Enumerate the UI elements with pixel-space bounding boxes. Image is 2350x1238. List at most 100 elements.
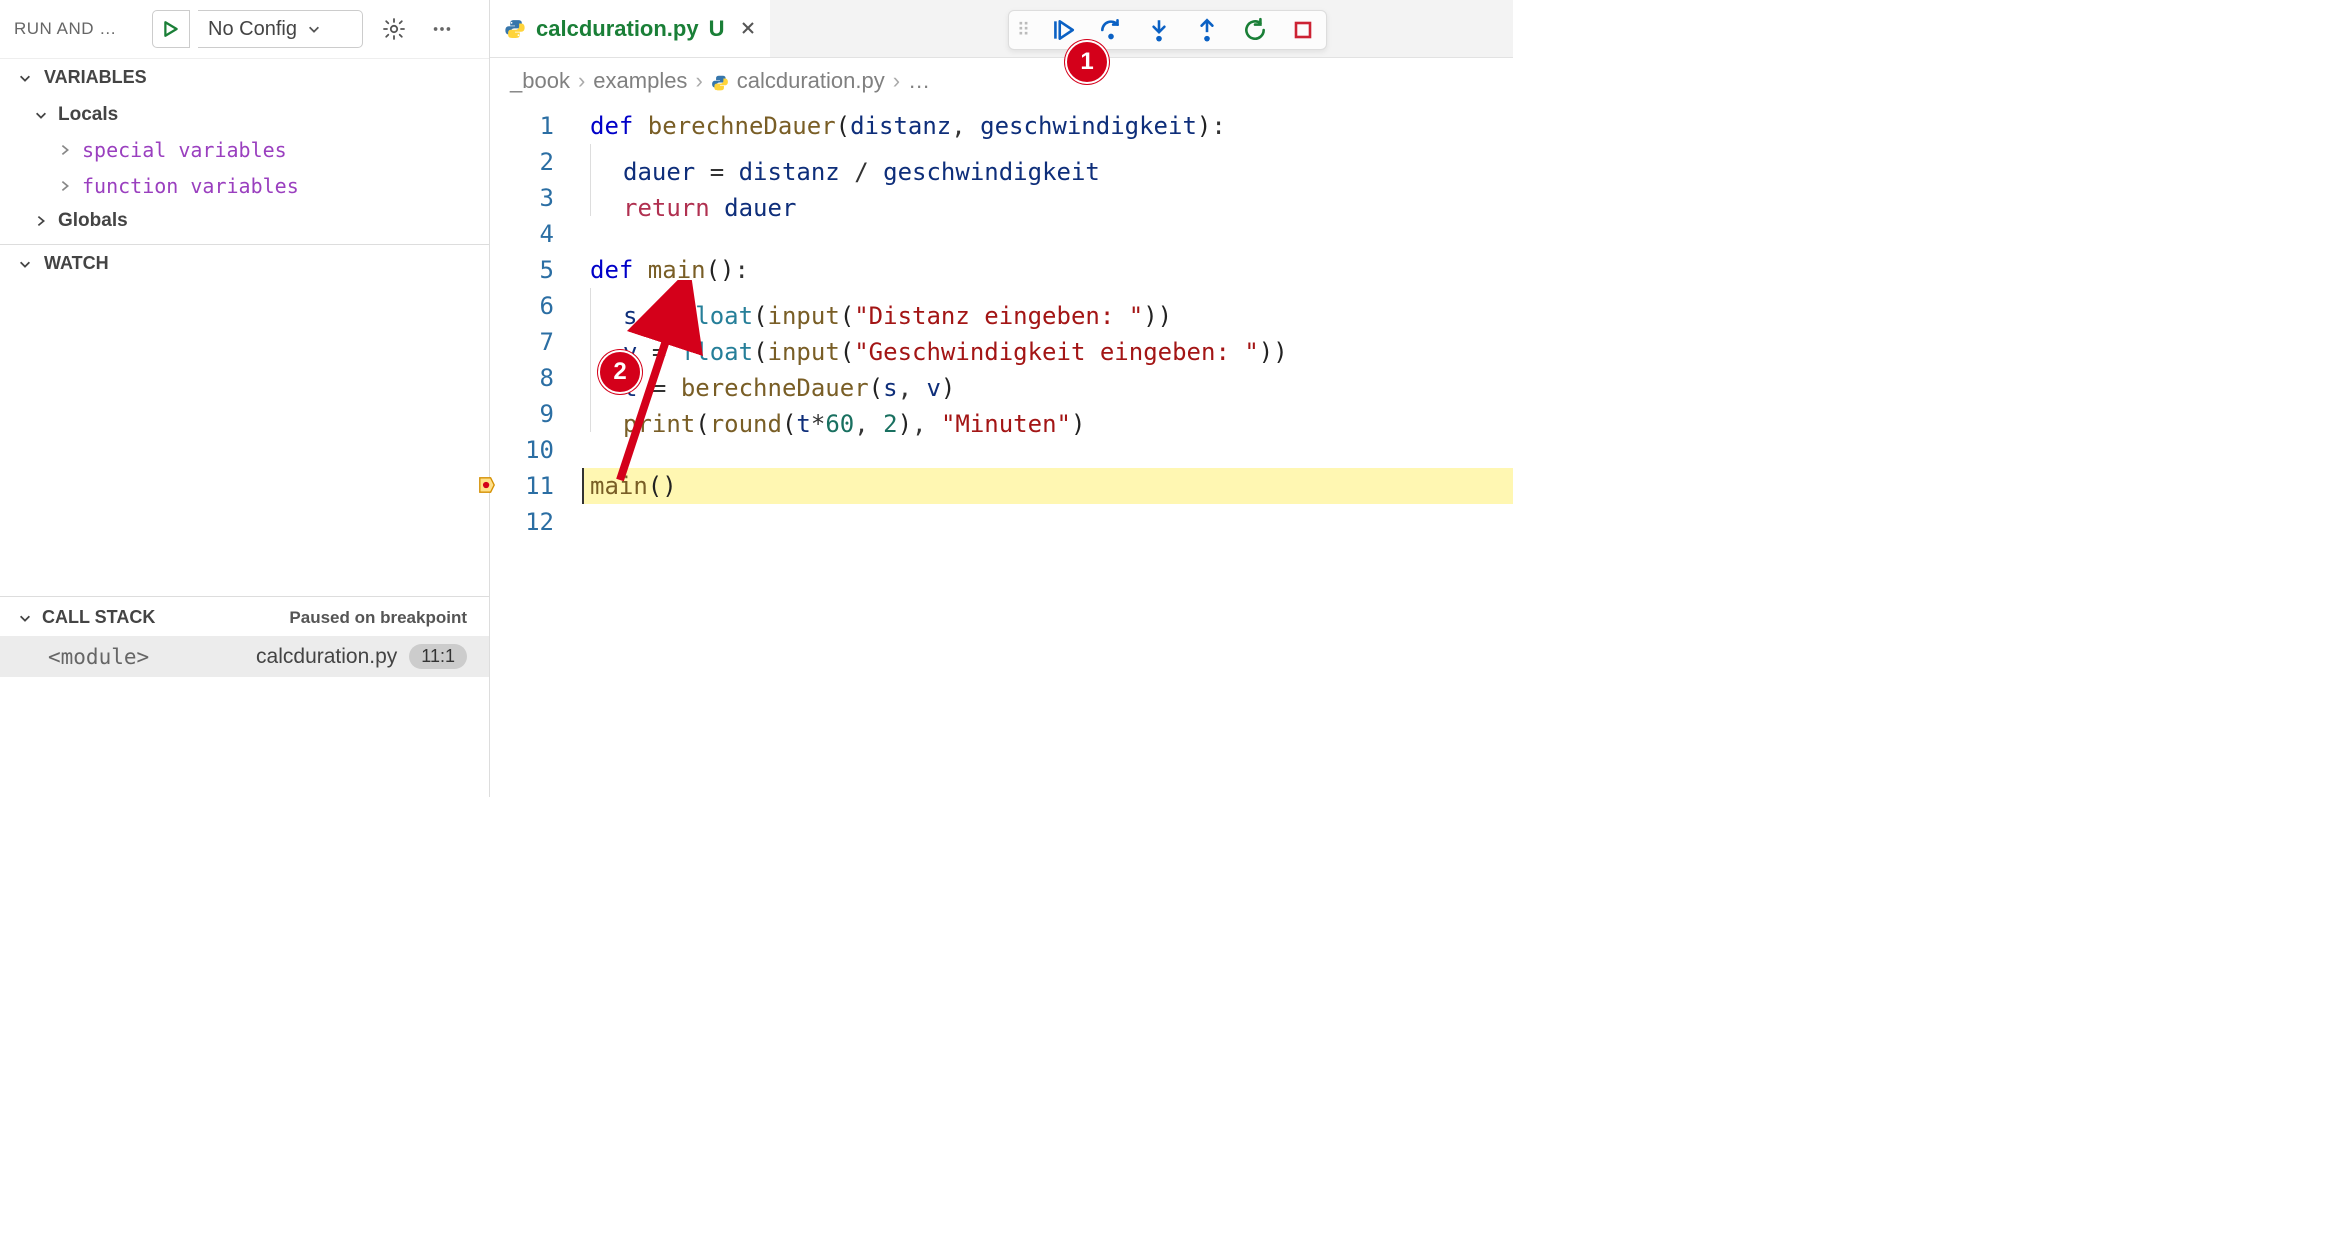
code-content[interactable]: t = berechneDauer(s, v) bbox=[582, 360, 1513, 396]
variables-locals[interactable]: Locals bbox=[0, 98, 489, 132]
code-line[interactable]: 2dauer = distanz / geschwindigkeit bbox=[490, 144, 1513, 180]
breadcrumb-item[interactable]: calcduration.py bbox=[737, 68, 885, 94]
frame-position: 11:1 bbox=[409, 644, 467, 669]
code-line[interactable]: 4 bbox=[490, 216, 1513, 252]
breakpoint-current-icon bbox=[478, 476, 496, 494]
frame-name: <module> bbox=[48, 645, 149, 669]
callstack-label: CALL STACK bbox=[42, 607, 155, 628]
restart-icon bbox=[1242, 17, 1268, 43]
editor-tab[interactable]: calcduration.py U bbox=[490, 0, 770, 57]
callstack-status: Paused on breakpoint bbox=[289, 608, 467, 628]
tab-modified-marker: U bbox=[709, 16, 725, 42]
variables-globals[interactable]: Globals bbox=[0, 204, 489, 238]
code-content[interactable]: print(round(t*60, 2), "Minuten") bbox=[582, 396, 1513, 432]
code-content[interactable]: def main(): bbox=[582, 252, 1513, 288]
play-icon bbox=[162, 20, 180, 38]
code-area[interactable]: 1def berechneDauer(distanz, geschwindigk… bbox=[490, 104, 1513, 540]
ellipsis-icon bbox=[431, 18, 453, 40]
watch-section-header[interactable]: WATCH bbox=[0, 245, 489, 282]
drag-handle-icon[interactable]: ⠿ bbox=[1017, 20, 1030, 41]
chevron-right-icon: › bbox=[578, 68, 585, 94]
python-file-icon bbox=[711, 72, 729, 90]
code-line[interactable]: 11main() bbox=[490, 468, 1513, 504]
line-number[interactable]: 2 bbox=[490, 144, 582, 180]
code-content[interactable] bbox=[582, 216, 1513, 252]
debug-config-dropdown[interactable]: No Config bbox=[198, 10, 363, 48]
code-content[interactable]: return dauer bbox=[582, 180, 1513, 216]
run-and-debug-title: RUN AND … bbox=[14, 19, 144, 39]
chevron-down-icon bbox=[34, 108, 48, 122]
code-content[interactable]: def berechneDauer(distanz, geschwindigke… bbox=[582, 108, 1513, 144]
watch-label: WATCH bbox=[44, 253, 109, 274]
code-content[interactable] bbox=[582, 432, 1513, 468]
step-out-button[interactable] bbox=[1192, 15, 1222, 45]
step-into-button[interactable] bbox=[1144, 15, 1174, 45]
line-number[interactable]: 8 bbox=[490, 360, 582, 396]
tab-filename: calcduration.py bbox=[536, 16, 699, 42]
code-line[interactable]: 8t = berechneDauer(s, v) bbox=[490, 360, 1513, 396]
callstack-section-header[interactable]: CALL STACK Paused on breakpoint bbox=[0, 597, 489, 636]
variables-body: Locals special variables function variab… bbox=[0, 96, 489, 244]
annotation-badge-2: 2 bbox=[598, 350, 642, 394]
more-actions-button[interactable] bbox=[425, 12, 459, 46]
chevron-down-icon bbox=[18, 257, 32, 271]
code-line[interactable]: 5def main(): bbox=[490, 252, 1513, 288]
close-icon bbox=[740, 20, 756, 36]
step-over-button[interactable] bbox=[1096, 15, 1126, 45]
tabs-row: calcduration.py U bbox=[490, 0, 1513, 58]
variables-section-header[interactable]: VARIABLES bbox=[0, 59, 489, 96]
chevron-right-icon bbox=[58, 143, 72, 157]
line-number[interactable]: 5 bbox=[490, 252, 582, 288]
chevron-right-icon bbox=[58, 179, 72, 193]
code-line[interactable]: 3return dauer bbox=[490, 180, 1513, 216]
chevron-right-icon bbox=[34, 214, 48, 228]
line-number[interactable]: 7 bbox=[490, 324, 582, 360]
code-content[interactable] bbox=[582, 504, 1513, 540]
code-line[interactable]: 1def berechneDauer(distanz, geschwindigk… bbox=[490, 108, 1513, 144]
breadcrumb-item[interactable]: _book bbox=[510, 68, 570, 94]
chevron-down-icon bbox=[18, 71, 32, 85]
close-tab-button[interactable] bbox=[740, 16, 756, 42]
code-content[interactable]: v = float(input("Geschwindigkeit eingebe… bbox=[582, 324, 1513, 360]
variables-special[interactable]: special variables bbox=[0, 132, 489, 168]
line-number[interactable]: 11 bbox=[490, 468, 582, 504]
line-number[interactable]: 12 bbox=[490, 504, 582, 540]
line-number[interactable]: 10 bbox=[490, 432, 582, 468]
debug-toolbar[interactable]: ⠿ bbox=[1008, 10, 1327, 50]
callstack-frame[interactable]: <module> calcduration.py 11:1 bbox=[0, 636, 489, 677]
step-out-icon bbox=[1194, 17, 1220, 43]
start-debug-button[interactable] bbox=[152, 10, 190, 48]
debug-settings-button[interactable] bbox=[377, 12, 411, 46]
debug-sidebar: RUN AND … No Config VARIABLES Locals spe… bbox=[0, 0, 490, 797]
variables-function[interactable]: function variables bbox=[0, 168, 489, 204]
run-and-debug-header: RUN AND … No Config bbox=[0, 0, 489, 59]
code-editor: calcduration.py U _book › examples › cal… bbox=[490, 0, 1513, 797]
restart-button[interactable] bbox=[1240, 15, 1270, 45]
code-line[interactable]: 7v = float(input("Geschwindigkeit eingeb… bbox=[490, 324, 1513, 360]
line-number[interactable]: 4 bbox=[490, 216, 582, 252]
stop-button[interactable] bbox=[1288, 15, 1318, 45]
breadcrumb[interactable]: _book › examples › calcduration.py › … bbox=[490, 58, 1513, 104]
continue-button[interactable] bbox=[1048, 15, 1078, 45]
line-number[interactable]: 3 bbox=[490, 180, 582, 216]
breadcrumb-item[interactable]: examples bbox=[593, 68, 687, 94]
code-line[interactable]: 6s = float(input("Distanz eingeben: ")) bbox=[490, 288, 1513, 324]
continue-icon bbox=[1050, 17, 1076, 43]
code-line[interactable]: 10 bbox=[490, 432, 1513, 468]
code-content[interactable]: dauer = distanz / geschwindigkeit bbox=[582, 144, 1513, 180]
step-into-icon bbox=[1146, 17, 1172, 43]
breadcrumb-item[interactable]: … bbox=[908, 68, 930, 94]
line-number[interactable]: 9 bbox=[490, 396, 582, 432]
code-line[interactable]: 12 bbox=[490, 504, 1513, 540]
python-file-icon bbox=[504, 18, 526, 40]
line-number[interactable]: 6 bbox=[490, 288, 582, 324]
line-number[interactable]: 1 bbox=[490, 108, 582, 144]
watch-section: WATCH bbox=[0, 244, 489, 596]
code-line[interactable]: 9print(round(t*60, 2), "Minuten") bbox=[490, 396, 1513, 432]
code-content[interactable]: main() bbox=[582, 468, 1513, 504]
locals-label: Locals bbox=[58, 104, 118, 126]
globals-label: Globals bbox=[58, 210, 128, 232]
code-content[interactable]: s = float(input("Distanz eingeben: ")) bbox=[582, 288, 1513, 324]
chevron-right-icon: › bbox=[893, 68, 900, 94]
step-over-icon bbox=[1098, 17, 1124, 43]
